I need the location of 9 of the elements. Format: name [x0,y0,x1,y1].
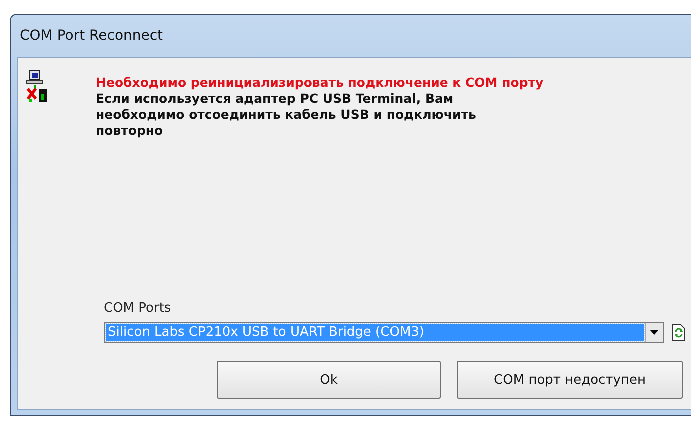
refresh-icon[interactable] [672,324,686,342]
disconnected-computer-icon [26,70,48,104]
window-title: COM Port Reconnect [20,28,164,44]
instruction-text: Если используется адаптер PC USB Terminal, Вам необходимо отсоединить кабель USB и подключить повторно [96,91,478,139]
warning-headline: Необходимо реинициализировать подключение к COM порту [96,75,545,91]
port-unavailable-button[interactable]: COM порт недоступен [457,361,683,399]
caret-icon [650,330,659,335]
com-ports-label: COM Ports [104,301,172,316]
ok-button[interactable]: Ok [217,361,441,399]
